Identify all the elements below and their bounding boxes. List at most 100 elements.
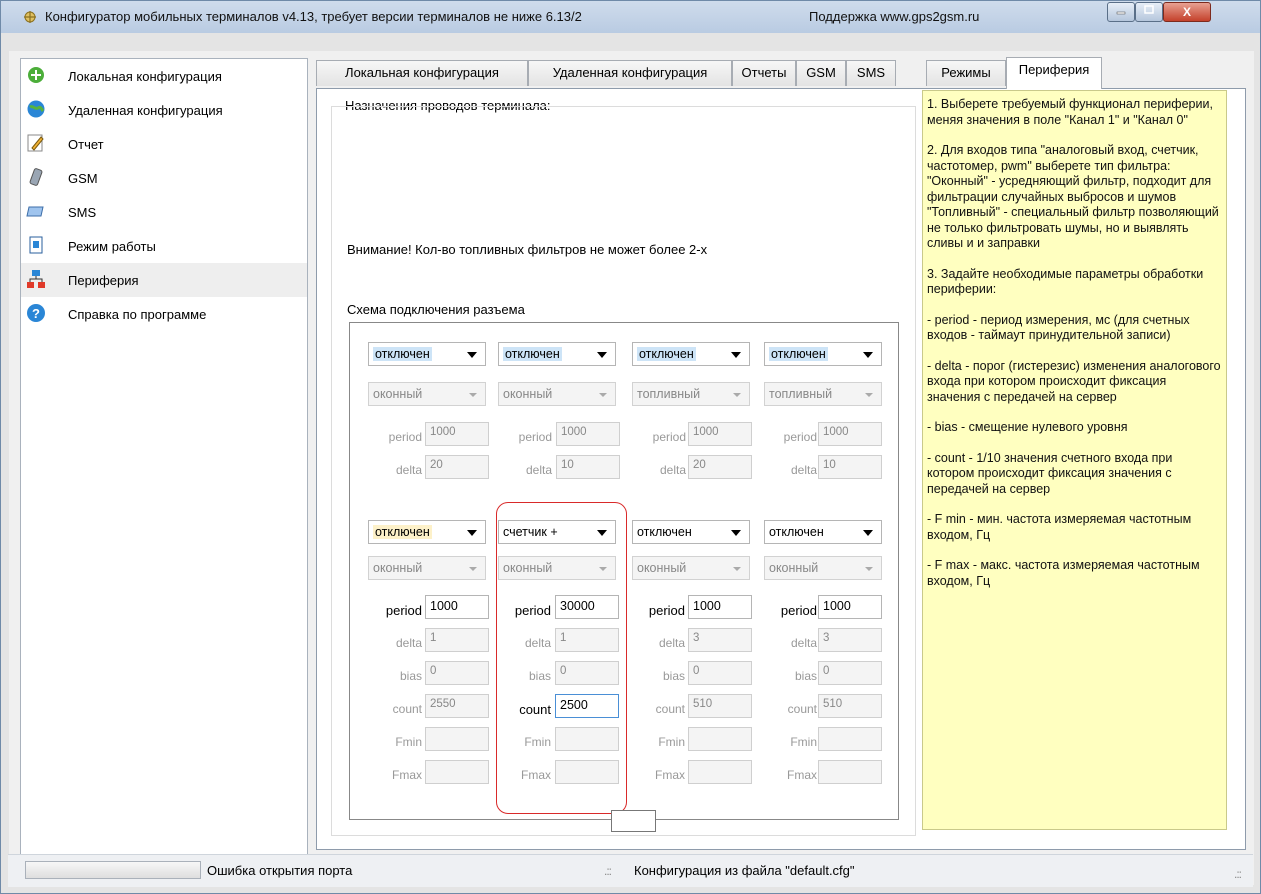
bottom-ch3-delta-field[interactable]: 3 <box>688 628 752 652</box>
highlight-annotation <box>496 502 627 814</box>
top-ch2-delta-field[interactable]: 10 <box>556 455 620 479</box>
tab-gsm[interactable]: GSM <box>796 60 846 86</box>
sidebar-item-remote-config[interactable]: Удаленная конфигурация <box>21 93 307 127</box>
tab-peripherals[interactable]: Периферия <box>1006 57 1102 89</box>
sidebar: Локальная конфигурация Удаленная конфигу… <box>20 58 308 858</box>
top-ch4-filter-select[interactable]: топливный <box>764 382 882 406</box>
period-label: period <box>783 430 817 444</box>
top-ch2-filter-select[interactable]: оконный <box>498 382 616 406</box>
select-value: оконный <box>503 387 553 401</box>
bottom-ch3-mode-select[interactable]: отключен <box>632 520 750 544</box>
delta-label: delta <box>659 463 686 477</box>
pencil-icon <box>27 134 44 152</box>
sidebar-item-sms[interactable]: SMS <box>21 195 307 229</box>
bottom-ch3-count-field[interactable]: 510 <box>688 694 752 718</box>
bottom-ch3-filter-select[interactable]: оконный <box>632 556 750 580</box>
bottom-ch4-period-field[interactable]: 1000 <box>818 595 882 619</box>
bottom-ch1-filter-select[interactable]: оконный <box>368 556 486 580</box>
fmin-label: Fmin <box>790 735 817 749</box>
progress-bar <box>25 861 201 879</box>
period-label: period <box>652 430 686 444</box>
select-value: отключен <box>503 347 562 361</box>
bottom-ch3-fmin-field[interactable] <box>688 727 752 751</box>
top-ch3-mode-select[interactable]: отключен <box>632 342 750 366</box>
sidebar-item-report[interactable]: Отчет <box>21 127 307 161</box>
dropdown-arrow-icon <box>865 393 873 397</box>
tab-remote-config[interactable]: Удаленная конфигурация <box>528 60 732 86</box>
maximize-button[interactable] <box>1135 2 1163 22</box>
tab-local-config[interactable]: Локальная конфигурация <box>316 60 528 86</box>
bottom-ch4-delta-field[interactable]: 3 <box>818 628 882 652</box>
top-ch1-period-field[interactable]: 1000 <box>425 422 489 446</box>
sidebar-item-local-config[interactable]: Локальная конфигурация <box>21 59 307 93</box>
period-label: period <box>518 430 552 444</box>
app-icon <box>24 11 36 23</box>
bias-label: bias <box>662 669 685 683</box>
bottom-ch1-period-field[interactable]: 1000 <box>425 595 489 619</box>
help-icon: ? <box>27 304 45 322</box>
resize-grip-icon[interactable]: .:: <box>1234 867 1242 881</box>
top-ch3-delta-field[interactable]: 20 <box>688 455 752 479</box>
bottom-ch3-period-field[interactable]: 1000 <box>688 595 752 619</box>
delta-label: delta <box>525 463 552 477</box>
sidebar-item-help[interactable]: ? Справка по программе <box>21 297 307 331</box>
connector-button[interactable] <box>611 810 656 832</box>
bottom-ch1-count-field[interactable]: 2550 <box>425 694 489 718</box>
mode-icon <box>29 236 43 254</box>
top-ch2-period-field[interactable]: 1000 <box>556 422 620 446</box>
sidebar-item-label: SMS <box>68 205 97 220</box>
top-ch1-mode-select[interactable]: отключен <box>368 342 486 366</box>
phone-icon <box>29 168 43 186</box>
dropdown-arrow-icon <box>733 393 741 397</box>
period-label: period <box>648 603 685 618</box>
help-panel: 1. Выберете требуемый функционал перифер… <box>922 90 1227 830</box>
help-step-3: 3. Задайте необходимые параметры обработ… <box>927 266 1204 297</box>
tab-modes[interactable]: Режимы <box>926 60 1006 86</box>
dropdown-arrow-icon <box>469 393 477 397</box>
dropdown-arrow-icon <box>467 352 477 358</box>
dropdown-arrow-icon <box>467 530 477 536</box>
bottom-ch1-mode-select[interactable]: отключен <box>368 520 486 544</box>
top-ch4-mode-select[interactable]: отключен <box>764 342 882 366</box>
bottom-ch4-fmin-field[interactable] <box>818 727 882 751</box>
period-label: period <box>780 603 817 618</box>
bottom-ch4-mode-select[interactable]: отключен <box>764 520 882 544</box>
tab-reports[interactable]: Отчеты <box>732 60 796 86</box>
top-ch1-filter-select[interactable]: оконный <box>368 382 486 406</box>
tab-sms[interactable]: SMS <box>846 60 896 86</box>
bottom-ch4-fmax-field[interactable] <box>818 760 882 784</box>
local-config-icon <box>28 67 44 83</box>
select-value: оконный <box>373 561 423 575</box>
delta-label: delta <box>395 463 422 477</box>
bottom-ch4-filter-select[interactable]: оконный <box>764 556 882 580</box>
minimize-button[interactable] <box>1107 2 1135 22</box>
top-ch3-filter-select[interactable]: топливный <box>632 382 750 406</box>
bottom-ch1-bias-field[interactable]: 0 <box>425 661 489 685</box>
network-icon <box>27 270 45 288</box>
bottom-ch4-count-field[interactable]: 510 <box>818 694 882 718</box>
help-step-1: 1. Выберете требуемый функционал перифер… <box>927 97 1213 127</box>
sidebar-item-peripherals[interactable]: Периферия <box>21 263 307 297</box>
top-ch4-period-field[interactable]: 1000 <box>818 422 882 446</box>
help-period: - period - период измерения, мс (для сче… <box>927 312 1190 343</box>
help-bias: - bias - смещение нулевого уровня <box>927 420 1128 434</box>
bottom-ch1-fmax-field[interactable] <box>425 760 489 784</box>
top-ch2-mode-select[interactable]: отключен <box>498 342 616 366</box>
top-ch3-period-field[interactable]: 1000 <box>688 422 752 446</box>
top-ch4-delta-field[interactable]: 10 <box>818 455 882 479</box>
bottom-ch3-fmax-field[interactable] <box>688 760 752 784</box>
bottom-ch4-bias-field[interactable]: 0 <box>818 661 882 685</box>
config-file-status: Конфигурация из файла "default.cfg" <box>634 863 855 878</box>
close-button[interactable]: X <box>1163 2 1211 22</box>
delta-label: delta <box>790 636 817 650</box>
dropdown-arrow-icon <box>863 352 873 358</box>
period-label: period <box>388 430 422 444</box>
top-ch1-delta-field[interactable]: 20 <box>425 455 489 479</box>
sidebar-item-gsm[interactable]: GSM <box>21 161 307 195</box>
bottom-ch3-bias-field[interactable]: 0 <box>688 661 752 685</box>
bottom-ch1-delta-field[interactable]: 1 <box>425 628 489 652</box>
sidebar-item-mode[interactable]: Режим работы <box>21 229 307 263</box>
sidebar-item-label: Отчет <box>68 137 104 152</box>
separator-grip-icon: .:: <box>604 864 612 878</box>
bottom-ch1-fmin-field[interactable] <box>425 727 489 751</box>
